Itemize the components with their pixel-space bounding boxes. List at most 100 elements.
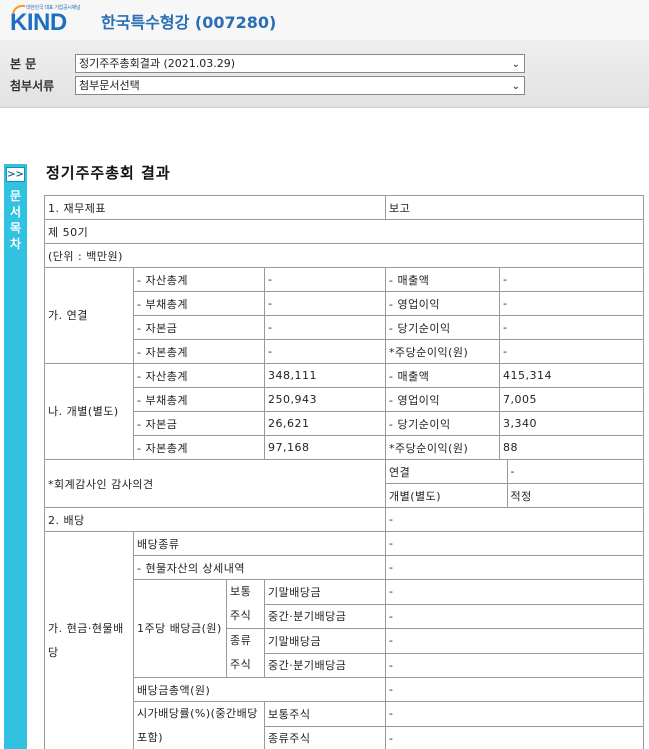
table-row: 시가배당률(%)(중간배당 포함) 보통주식 - [45,701,644,749]
pref-year-end-value: - [385,628,644,654]
item-label: - 자본금 [133,411,265,436]
dividend-value: - [385,507,644,532]
audit-split-2: 개별(별도) 적정 [385,483,644,508]
item-value: 415,314 [499,363,644,388]
table-row: 제 50기 [44,219,644,244]
main-doc-selected: 정기주주총회결과 (2021.03.29) [79,57,236,70]
item-label: - 부채총계 [133,387,265,412]
common-interim-value: - [385,603,644,629]
audit-opinion-label: *회계감사인 감사의견 [44,459,386,508]
table-row: - 자본금 26,621- 당기순이익 3,340 [45,411,644,436]
audit-consolidated-value: - [510,465,515,478]
report-table: 1. 재무제표 보고 제 50기 (단위 : 백만원) [44,195,644,268]
audit-consolidated-label: 연결 [386,460,508,483]
item-label: - 부채총계 [133,291,265,316]
table-row: 2. 배당 - [44,507,644,532]
report-table-dividend: *회계감사인 감사의견 연결 - 개별(별도) 적정 [44,459,644,508]
yield-common-value: - [385,701,644,727]
report-table-body: 가. 연결 - 자산총계 - - 매출액 - - 부채총계 - - 영업이익 - - 자본금 - - … [44,267,644,460]
item-value: - [499,315,644,340]
audit-separate-value: 적정 [510,489,532,503]
logo-wordmark: KIND [10,9,67,36]
item-label: - 영업이익 [385,387,500,412]
table-row: - 자본총계 - *주당순이익(원) - [45,339,644,364]
table-row: 가. 연결 - 자산총계 - - 매출액 - [44,267,644,364]
main-doc-label: 본 문 [10,57,37,71]
common-stock-label: 보통주식 [226,579,265,629]
table-row: - 부채총계 250,943- 영업이익 7,005 [45,387,644,412]
company-name: 한국특수형강 (007280) [101,13,277,32]
table-row: - 자본총계 97,168 *주당순이익(원) 88 [45,435,644,460]
item-label: - 매출액 [385,267,500,292]
item-label: - 자산총계 [133,363,265,388]
cash-dividend-label: 가. 현금·현물배당 [44,531,134,749]
item-label: - 자본금 [133,315,265,340]
pref-interim-label: 중간·분기배당금 [264,652,386,678]
toc-label-char: 목 [9,221,22,235]
item-label: - 당기순이익 [385,315,500,340]
table-row: 가. 현금·현물배당 배당종류 - [44,531,644,749]
item-value: 88 [499,435,644,460]
dividend-kind-value: - [385,531,644,556]
kind-logo[interactable]: 대한민국 대표 기업공시채널 KIND [10,4,84,36]
chevron-down-icon: ⌄ [511,59,520,70]
yield-pref-value: - [385,725,644,749]
item-value: 97,168 [264,435,386,460]
attachment-selected: 첨부문서선택 [79,79,140,92]
inkind-detail-value: - [385,555,644,580]
attachment-label: 첨부서류 [10,79,55,93]
item-value: - [264,315,386,340]
yield-common-label: 보통주식 [264,701,386,727]
toc-label: 문서목차 [4,188,27,252]
pref-year-end-label: 기말배당금 [264,628,386,654]
item-label: - 매출액 [385,363,500,388]
item-label: - 자본총계 [133,435,265,460]
table-row: - 현물자산의 상세내역 - [45,555,644,580]
consolidated-label: 가. 연결 [44,267,134,364]
item-label: - 당기순이익 [385,411,500,436]
top-header: 대한민국 대표 기업공시채널 KIND 한국특수형강 (007280) [0,0,649,40]
toc-sidebar[interactable]: >> 문서목차 [4,164,27,749]
dividend-yield-label: 시가배당률(%)(중간배당 포함) [133,701,265,749]
item-value: - [264,339,386,364]
separate-label: 나. 개별(별도) [44,363,134,460]
inkind-detail-label: - 현물자산의 상세내역 [133,555,386,580]
table-row: 배당금총액(원) - [45,677,644,702]
dividend-label: 2. 배당 [44,507,386,532]
item-value: 250,943 [264,387,386,412]
item-value: 7,005 [499,387,644,412]
item-value: - [499,291,644,316]
attachment-select[interactable]: 첨부문서선택 ⌄ [75,76,525,95]
item-label: *주당순이익(원) [385,435,500,460]
toc-toggle-button[interactable]: >> [6,167,25,182]
financial-statements-value: 보고 [385,195,644,220]
main-doc-select[interactable]: 정기주주총회결과 (2021.03.29) ⌄ [75,54,525,73]
table-row: 나. 개별(별도) - 자산총계 348,111- 매출액 415,314 [44,363,644,460]
common-year-end-label: 기말배당금 [264,579,386,605]
table-row: - 자본금 - - 당기순이익 - [45,315,644,340]
dividend-table: 2. 배당 - 가. 현금·현물배당 배당종류 - - 현물자산의 상세내역 -… [44,507,644,749]
toc-label-char: 서 [9,205,22,219]
total-dividend-value: - [385,677,644,702]
item-value: - [499,339,644,364]
table-row: 1주당 배당금(원) 보통주식 기말배당금 - [45,579,644,678]
item-label: *주당순이익(원) [385,339,500,364]
total-dividend-label: 배당금총액(원) [133,677,386,702]
preferred-stock-label: 종류주식 [226,628,265,678]
table-row: - 부채총계 - - 영업이익 - [45,291,644,316]
audit-split: 연결 - [385,459,644,484]
pref-interim-value: - [385,652,644,678]
item-label: - 자본총계 [133,339,265,364]
period-cell: 제 50기 [44,219,644,244]
common-interim-label: 중간·분기배당금 [264,603,386,629]
document-selector-bar: 본 문 정기주주총회결과 (2021.03.29) ⌄ 첨부서류 첨부문서선택 … [0,40,649,108]
dividend-kind-label: 배당종류 [133,531,386,556]
item-value: - [264,267,386,292]
item-label: - 자산총계 [133,267,265,292]
yield-pref-label: 종류주식 [264,725,386,749]
toc-label-char: 차 [9,237,22,251]
report-title: 정기주주총회 결과 [46,164,171,182]
chevron-down-icon: ⌄ [511,81,520,92]
toc-label-char: 문 [9,189,22,203]
item-label: - 영업이익 [385,291,500,316]
